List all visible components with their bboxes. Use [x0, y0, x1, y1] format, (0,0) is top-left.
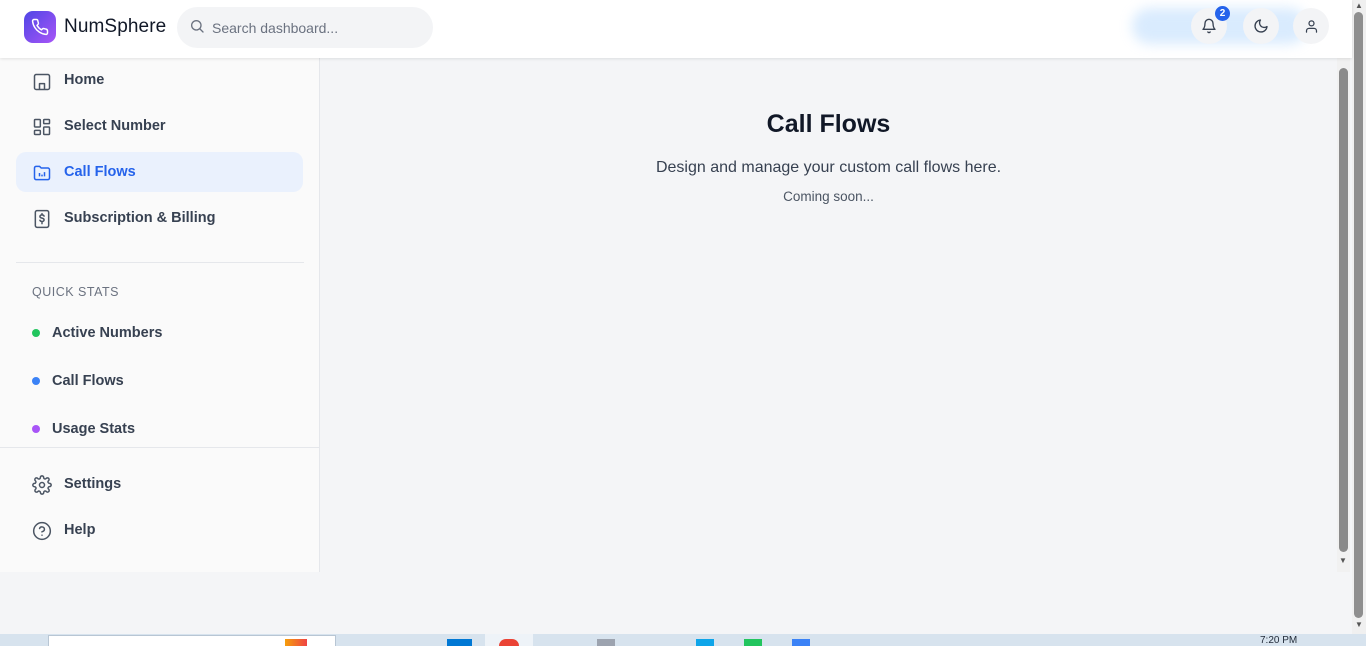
- search-box[interactable]: [177, 7, 433, 48]
- quick-stat-label: Call Flows: [52, 373, 124, 389]
- nav-item-select-number[interactable]: Select Number: [16, 106, 303, 146]
- app-name: NumSphere: [64, 16, 167, 37]
- search-input[interactable]: [212, 7, 422, 48]
- top-bar: NumSphere 2: [0, 0, 1352, 58]
- gear-icon: [32, 475, 52, 495]
- taskbar-app-icon[interactable]: [597, 639, 615, 646]
- nav-item-label: Select Number: [64, 118, 166, 134]
- taskbar-clock[interactable]: 7:20 PM: [1260, 636, 1297, 646]
- quick-stat-label: Active Numbers: [52, 325, 163, 341]
- content-scrollbar-thumb[interactable]: [1339, 68, 1348, 552]
- theme-toggle-button[interactable]: [1243, 8, 1279, 44]
- sidebar: Home Select Number Call Flows Subscripti…: [0, 58, 320, 572]
- status-dot: [32, 329, 40, 337]
- nav-item-label: Help: [64, 522, 96, 538]
- nav-item-label: Subscription & Billing: [64, 210, 216, 226]
- quick-stats-heading: QUICK STATS: [32, 285, 119, 299]
- coming-soon-note: Coming soon...: [783, 189, 874, 204]
- quick-stat-label: Usage Stats: [52, 421, 136, 437]
- taskbar-app-icon[interactable]: [696, 639, 714, 646]
- scroll-down-arrow[interactable]: ▼: [1339, 556, 1347, 565]
- grid-icon: [33, 118, 51, 136]
- status-dot: [32, 377, 40, 385]
- sidebar-bottom-separator: [0, 447, 319, 448]
- nav-item-label: Home: [64, 72, 105, 88]
- chrome-icon[interactable]: [499, 639, 519, 646]
- home-icon: [33, 73, 51, 91]
- windows-store-icon[interactable]: [447, 639, 472, 646]
- page-title: Call Flows: [766, 110, 891, 138]
- phone-icon: [31, 18, 49, 36]
- taskbar-app-icon[interactable]: [744, 639, 762, 646]
- help-circle-icon: [32, 521, 52, 541]
- page-description: Design and manage your custom call flows…: [655, 159, 1002, 176]
- window-scroll-up-arrow[interactable]: ▲: [1355, 1, 1363, 10]
- nav-item-settings[interactable]: Settings: [16, 464, 303, 504]
- sidebar-divider: [16, 262, 304, 263]
- nav-item-help[interactable]: Help: [16, 510, 303, 550]
- notification-badge: 2: [1215, 6, 1230, 21]
- user-icon: [1305, 19, 1317, 33]
- folder-chart-icon: [33, 165, 51, 181]
- nav-item-label: Call Flows: [64, 164, 136, 180]
- status-dot: [32, 425, 40, 433]
- search-icon: [191, 20, 204, 33]
- main-content: Call Flows Design and manage your custom…: [320, 58, 1337, 572]
- nav-item-subscription-billing[interactable]: Subscription & Billing: [16, 198, 303, 238]
- moon-icon: [1254, 19, 1268, 33]
- os-taskbar: 7:20 PM: [0, 634, 1366, 646]
- nav-item-label: Settings: [64, 476, 122, 492]
- taskbar-app-icon[interactable]: [792, 639, 810, 646]
- bell-icon: [1202, 18, 1216, 34]
- nav-item-home[interactable]: Home: [16, 60, 303, 100]
- profile-button[interactable]: [1293, 8, 1329, 44]
- window-scroll-down-arrow[interactable]: ▼: [1355, 620, 1363, 629]
- app-logo[interactable]: [24, 11, 56, 43]
- window-scrollbar-thumb[interactable]: [1354, 12, 1363, 618]
- taskbar-app-icon[interactable]: [285, 639, 307, 646]
- nav-item-call-flows[interactable]: Call Flows: [16, 152, 303, 192]
- dollar-receipt-icon: [34, 209, 50, 229]
